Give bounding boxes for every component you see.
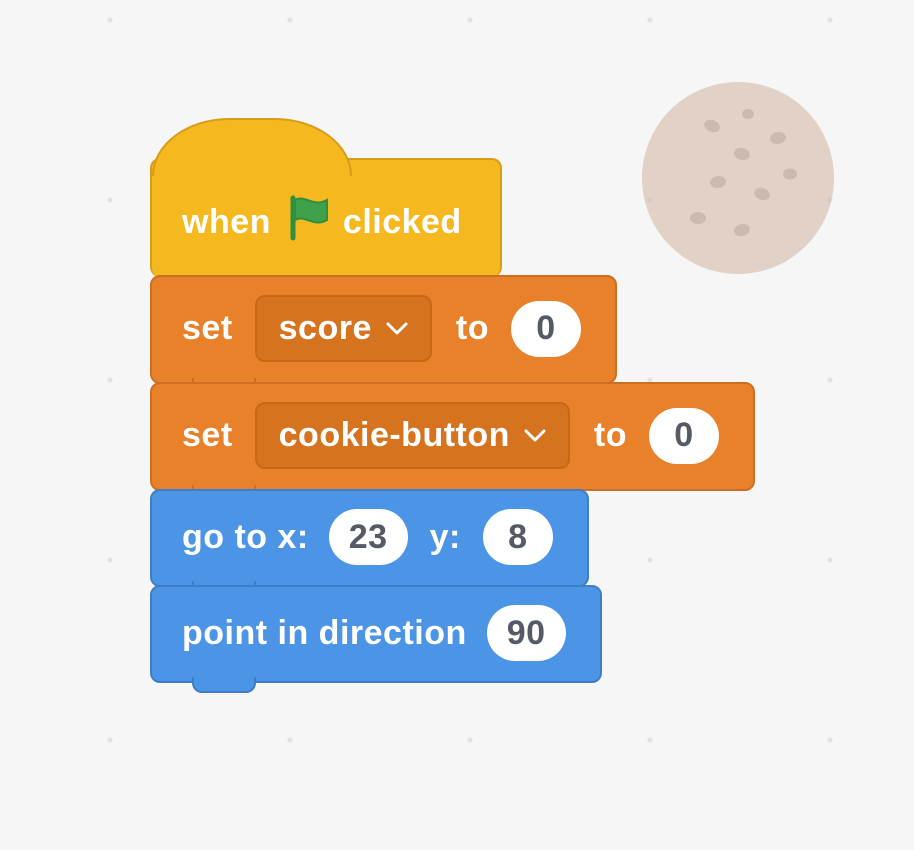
green-flag-icon xyxy=(287,194,333,251)
point-label: point in direction xyxy=(182,614,467,653)
variable-name: cookie-button xyxy=(279,416,510,455)
go-to-x-label: go to x: xyxy=(182,518,309,557)
direction-value: 90 xyxy=(507,614,546,653)
value-text: 0 xyxy=(536,309,555,348)
script-stack[interactable]: when clicked set score to 0 xyxy=(150,160,755,683)
value-input[interactable]: 0 xyxy=(649,408,719,464)
set-variable-block-cookie-button[interactable]: set cookie-button to 0 xyxy=(150,382,755,491)
when-flag-clicked-block[interactable]: when clicked xyxy=(150,158,502,277)
y-label: y: xyxy=(430,518,461,557)
variable-name: score xyxy=(279,309,372,348)
go-to-xy-block[interactable]: go to x: 23 y: 8 xyxy=(150,489,589,587)
variable-dropdown-score[interactable]: score xyxy=(255,295,432,362)
to-label: to xyxy=(594,416,627,455)
chevron-down-icon xyxy=(386,322,408,336)
value-input[interactable]: 0 xyxy=(511,301,581,357)
y-input[interactable]: 8 xyxy=(483,509,553,565)
chevron-down-icon xyxy=(524,429,546,443)
y-value: 8 xyxy=(508,518,527,557)
value-text: 0 xyxy=(674,416,693,455)
hat-prefix: when xyxy=(182,203,271,242)
to-label: to xyxy=(456,309,489,348)
variable-dropdown-cookie-button[interactable]: cookie-button xyxy=(255,402,570,469)
set-variable-block-score[interactable]: set score to 0 xyxy=(150,275,617,384)
direction-input[interactable]: 90 xyxy=(487,605,566,661)
hat-suffix: clicked xyxy=(343,203,462,242)
set-label: set xyxy=(182,416,233,455)
point-in-direction-block[interactable]: point in direction 90 xyxy=(150,585,602,683)
set-label: set xyxy=(182,309,233,348)
x-value: 23 xyxy=(349,518,388,557)
x-input[interactable]: 23 xyxy=(329,509,408,565)
